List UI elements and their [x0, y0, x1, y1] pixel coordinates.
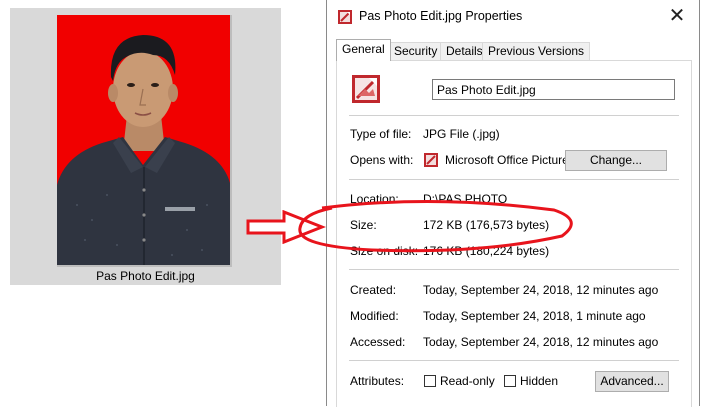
tab-general[interactable]: General [336, 39, 391, 61]
file-thumbnail-tile[interactable]: Pas Photo Edit.jpg [10, 8, 281, 285]
jpg-file-large-icon [352, 75, 380, 103]
separator [349, 269, 679, 270]
accessed-value: Today, September 24, 2018, 12 minutes ag… [423, 335, 659, 349]
jpg-file-icon [338, 10, 352, 24]
red-ellipse-annotation [298, 199, 573, 253]
created-value: Today, September 24, 2018, 12 minutes ag… [423, 283, 659, 297]
filename-input[interactable] [432, 79, 675, 100]
readonly-checkbox[interactable] [424, 375, 436, 387]
hidden-checkbox[interactable] [504, 375, 516, 387]
accessed-label: Accessed: [350, 335, 406, 349]
tab-previous-versions[interactable]: Previous Versions [482, 42, 591, 60]
tab-security[interactable]: Security [388, 42, 444, 60]
attributes-label: Attributes: [350, 374, 405, 388]
type-of-file-value: JPG File (.jpg) [423, 127, 500, 141]
dialog-title: Pas Photo Edit.jpg Properties [359, 9, 523, 23]
close-button[interactable]: ✕ [655, 2, 699, 30]
modified-value: Today, September 24, 2018, 1 minute ago [423, 309, 646, 323]
separator [349, 179, 679, 180]
change-button[interactable]: Change... [565, 150, 667, 171]
opens-with-value: Microsoft Office Picture [445, 153, 569, 167]
opens-with-label: Opens with: [350, 153, 414, 167]
photo-thumbnail [57, 15, 232, 267]
portrait-image [57, 15, 230, 265]
title-bar[interactable]: Pas Photo Edit.jpg Properties ✕ [327, 0, 699, 34]
readonly-label: Read-only [440, 374, 495, 388]
thumbnail-filename: Pas Photo Edit.jpg [96, 269, 195, 283]
advanced-button[interactable]: Advanced... [595, 371, 669, 392]
type-of-file-label: Type of file: [350, 127, 412, 141]
separator [349, 360, 679, 361]
modified-label: Modified: [350, 309, 399, 323]
office-picture-icon [424, 153, 438, 167]
created-label: Created: [350, 283, 397, 297]
hidden-label: Hidden [520, 374, 559, 388]
separator [349, 115, 679, 116]
